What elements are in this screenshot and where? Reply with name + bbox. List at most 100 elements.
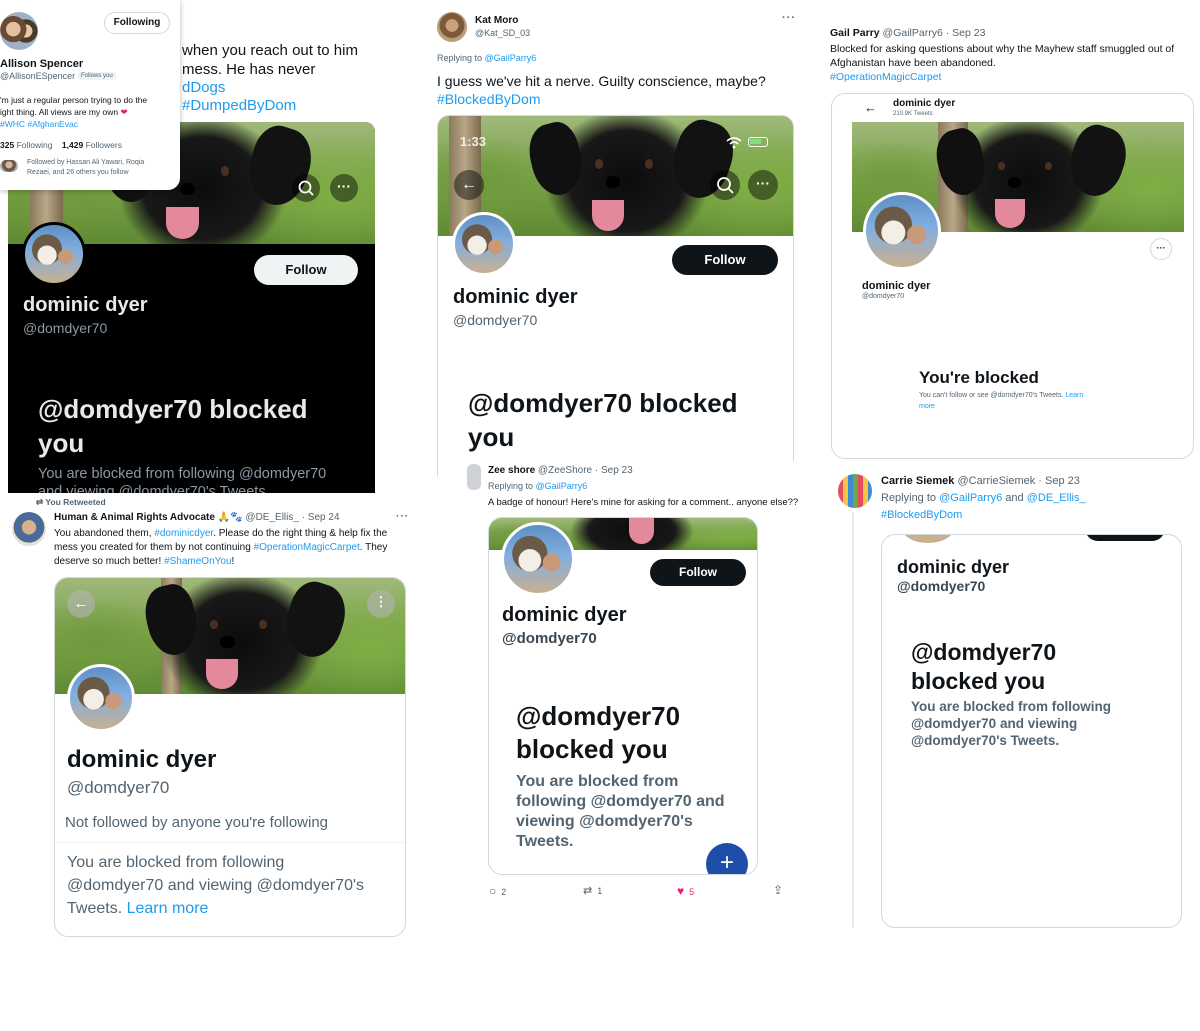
card-counts: 325 Following 1,429 Followers bbox=[0, 140, 122, 150]
blocked-line-3: @domdyer70's Tweets. bbox=[911, 733, 1060, 748]
author-handle[interactable]: @Kat_SD_03 bbox=[475, 28, 530, 38]
tweet-hashtag[interactable]: #BlockedByDom bbox=[437, 91, 541, 107]
profile-handle: @domdyer70 bbox=[862, 293, 905, 300]
search-icon[interactable] bbox=[292, 174, 320, 202]
blocked-title-line-2: blocked you bbox=[911, 668, 1046, 694]
profile-name: dominic dyer bbox=[453, 286, 578, 308]
follow-button[interactable]: Follow bbox=[672, 245, 778, 275]
profile-name: dominic dyer bbox=[897, 557, 1010, 577]
author-line[interactable]: Carrie Siemek @CarrieSiemek · Sep 23 bbox=[881, 475, 1080, 487]
avatar-fragment bbox=[902, 535, 954, 543]
blocked-tweets-text: Tweets. bbox=[67, 900, 123, 917]
status-time: 1:33 bbox=[460, 134, 487, 149]
learn-more-link[interactable]: Learn more bbox=[127, 900, 209, 917]
author-name[interactable]: Human & Animal Rights Advocate bbox=[54, 512, 215, 523]
more-icon[interactable]: ··· bbox=[748, 170, 778, 200]
followers-label[interactable]: Followers bbox=[86, 140, 122, 150]
back-arrow-icon[interactable]: ← bbox=[67, 590, 95, 618]
profile-handle: @domdyer70 bbox=[897, 578, 986, 594]
learn-more-link-2[interactable]: more bbox=[919, 403, 935, 410]
author-name[interactable]: Kat Moro bbox=[475, 15, 518, 26]
reply-action[interactable]: ○ 2 bbox=[489, 884, 506, 898]
hashtag-link[interactable]: #OperationMagicCarpet bbox=[254, 542, 360, 553]
replying-to-link[interactable]: @DE_Ellis_ bbox=[1027, 492, 1086, 504]
hashtag-link[interactable]: #ShameOnYou bbox=[164, 556, 231, 567]
author-avatar[interactable] bbox=[467, 464, 481, 490]
learn-more-link[interactable]: Learn bbox=[1065, 392, 1083, 399]
replying-to-link[interactable]: @GailParry6 bbox=[939, 492, 1002, 504]
replying-line: Replying to @GailParry6 bbox=[488, 481, 587, 491]
tweet-text: A badge of honour! Here's mine for askin… bbox=[488, 497, 799, 508]
following-label[interactable]: Following bbox=[17, 140, 53, 150]
back-arrow-icon[interactable]: ← bbox=[864, 100, 877, 115]
card-bio-tags[interactable]: #WHC #AfghanEvac bbox=[0, 118, 78, 131]
compose-plus-icon[interactable]: + bbox=[706, 843, 748, 874]
replying-and: and bbox=[1005, 492, 1024, 504]
author-line[interactable]: Human & Animal Rights Advocate 🙏🐾 @DE_El… bbox=[54, 512, 340, 523]
tweet-hashtag-2[interactable]: #DumpedByDom bbox=[182, 97, 296, 114]
avatar bbox=[863, 192, 941, 270]
author-meta: @ZeeShore · Sep 23 bbox=[538, 465, 633, 476]
tweet-hashtag-1[interactable]: dDogs bbox=[182, 79, 225, 96]
reply-icon[interactable]: ○ bbox=[489, 884, 496, 898]
more-icon[interactable]: ··· bbox=[396, 511, 409, 522]
profile-name: dominic dyer bbox=[862, 280, 931, 292]
avatar bbox=[67, 664, 135, 732]
author-name-text[interactable]: Gail Parry bbox=[830, 27, 880, 39]
author-avatar[interactable] bbox=[12, 512, 46, 546]
followed-by-line-1: Followed by Hassan Ali Yawari, Roqia bbox=[27, 159, 145, 166]
heart-icon[interactable]: ♥ bbox=[677, 884, 684, 898]
profile-handle: @domdyer70 bbox=[502, 630, 597, 647]
tweet-hashtag[interactable]: #OperationMagicCarpet bbox=[830, 70, 941, 84]
author-name[interactable]: Zee shore bbox=[488, 465, 535, 476]
replying-prefix: Replying to bbox=[437, 53, 483, 63]
more-icon[interactable]: ··· bbox=[330, 174, 358, 202]
retweet-icon: ⇄ bbox=[36, 497, 44, 507]
blocked-line-2: following @domdyer70 and bbox=[516, 793, 725, 810]
blocked-body-line-1: You are blocked from following @domdyer7… bbox=[38, 466, 327, 482]
profile-name: dominic dyer bbox=[67, 746, 217, 773]
back-arrow-icon[interactable]: ← bbox=[454, 170, 484, 200]
hashtag-link[interactable]: #dominicdyer bbox=[154, 528, 213, 539]
like-action[interactable]: ♥ 5 bbox=[677, 884, 694, 898]
avatar bbox=[22, 222, 86, 286]
author-avatar[interactable] bbox=[838, 474, 872, 508]
avatar bbox=[501, 522, 575, 596]
share-icon[interactable]: ⇪ bbox=[773, 883, 783, 897]
tweet-text-line-2: mess you created for them by not continu… bbox=[54, 542, 388, 553]
tweet-text-line-1: You abandoned them, #dominicdyer. Please… bbox=[54, 528, 388, 539]
author-meta: @GailParry6 · Sep 23 bbox=[882, 27, 986, 39]
follows-you-badge: Follows you bbox=[78, 72, 116, 80]
retweeted-text: You Retweeted bbox=[45, 497, 106, 507]
author-meta: @CarrieSiemek · Sep 23 bbox=[957, 475, 1080, 487]
following-button[interactable]: Following bbox=[104, 12, 170, 34]
author-name[interactable]: Carrie Siemek bbox=[881, 475, 954, 487]
profile-handle: @domdyer70 bbox=[23, 320, 108, 336]
more-icon[interactable]: ··· bbox=[1150, 238, 1172, 260]
more-icon[interactable]: ··· bbox=[782, 12, 796, 24]
search-icon[interactable] bbox=[710, 170, 740, 200]
follow-button[interactable]: Follow bbox=[650, 559, 746, 586]
not-followed-text: Not followed by anyone you're following bbox=[65, 814, 329, 831]
blocked-line-2: @domdyer70 and viewing @domdyer70's bbox=[67, 877, 365, 894]
blocked-title-line-1: @domdyer70 bbox=[911, 639, 1057, 665]
author-name[interactable]: Gail Parry @GailParry6 · Sep 23 bbox=[830, 27, 985, 39]
blocked-title-line-2: you bbox=[468, 422, 515, 452]
retweet-action[interactable]: ⇄ 1 bbox=[583, 884, 602, 897]
tweet-hashtag[interactable]: #BlockedByDom bbox=[881, 509, 962, 521]
author-line[interactable]: Zee shore @ZeeShore · Sep 23 bbox=[488, 465, 633, 476]
following-count: 325 bbox=[0, 140, 15, 150]
more-icon[interactable]: ⋮ bbox=[367, 590, 395, 618]
inner-header-name: dominic dyer bbox=[893, 98, 956, 109]
blocked-title-line-1: @domdyer70 bbox=[516, 701, 681, 731]
card-handle: @AllisonESpencer bbox=[0, 71, 76, 81]
followers-count: 1,429 bbox=[61, 140, 84, 150]
author-avatar[interactable] bbox=[437, 12, 467, 42]
tweet-text-line-2: mess. He has never bbox=[182, 61, 316, 78]
replying-to-link[interactable]: @GailParry6 bbox=[485, 53, 537, 63]
followed-by-line-2: Rezaei, and 26 others you follow bbox=[27, 169, 129, 176]
blocked-body: You can't follow or see @domdyer70's Twe… bbox=[919, 392, 1083, 399]
follow-button[interactable]: Follow bbox=[254, 255, 358, 285]
retweet-icon[interactable]: ⇄ bbox=[583, 885, 592, 897]
replying-to-link[interactable]: @GailParry6 bbox=[536, 481, 588, 491]
